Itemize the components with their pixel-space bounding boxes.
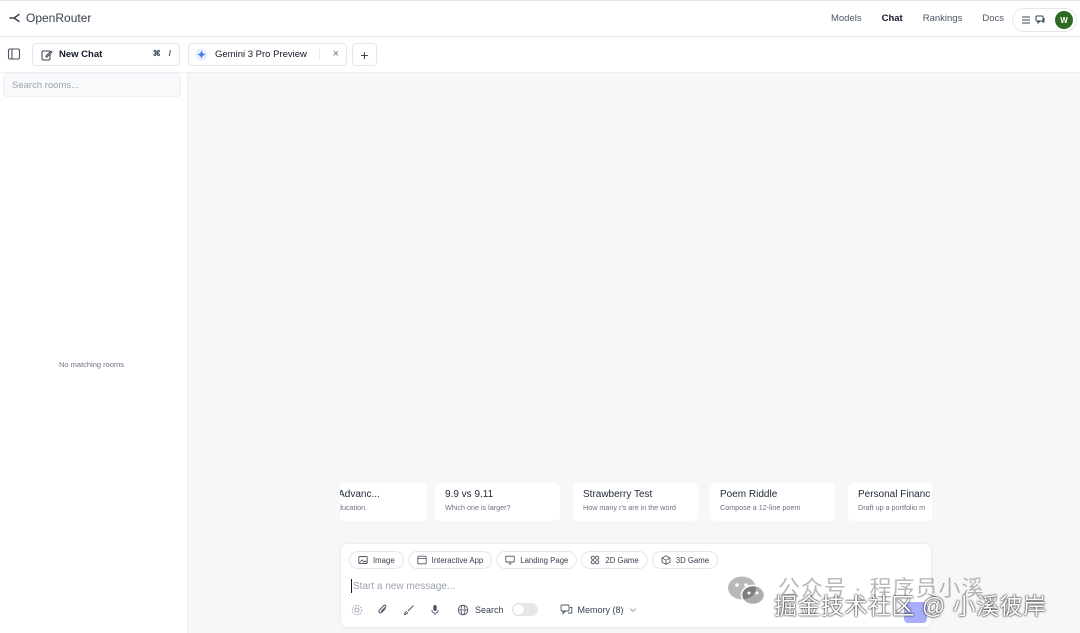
memory-label: Memory (8)	[577, 604, 624, 615]
chip-label: 3D Game	[675, 555, 710, 565]
model-tab[interactable]: Gemini 3 Pro Preview ×	[188, 43, 347, 66]
top-navbar: OpenRouter Models Chat Rankings Docs W	[0, 0, 1080, 37]
wechat-logo-icon	[728, 576, 766, 606]
watermark: 公众号 · 程序员小溪 掘金技术社区 @ 小溪彼岸	[724, 568, 1074, 628]
shortcut-hint: ⌘ /	[153, 49, 171, 58]
cube-icon	[661, 555, 671, 565]
grid-icon	[591, 555, 600, 565]
chip-interactive-app[interactable]: Interactive App	[407, 551, 493, 569]
suggestion-desc: Compose a 12-line poem	[720, 503, 801, 512]
tab-row: New Chat ⌘ / Gemini 3 Pro Preview × +	[0, 37, 1080, 73]
suggestion-carousel[interactable]: tional Advanc... higher education. 9.9 v…	[340, 483, 932, 523]
chat-bubble-icon[interactable]	[1035, 15, 1046, 25]
chevron-down-icon	[629, 607, 636, 612]
tab-divider	[319, 49, 320, 60]
microphone-icon[interactable]	[429, 604, 441, 616]
suggestion-desc: Draft up a portfolio m	[858, 503, 926, 512]
suggestion-desc: Which one is larger?	[445, 503, 511, 512]
edit-icon	[41, 49, 53, 60]
sidebar: No matching rooms	[0, 73, 187, 633]
suggestion-title: 9.9 vs 9.11	[445, 489, 494, 500]
shortcut-key-slash: /	[168, 49, 171, 58]
new-chat-button[interactable]: New Chat ⌘ /	[32, 43, 180, 66]
chip-landing-page[interactable]: Landing Page	[496, 551, 578, 569]
chip-label: Image	[373, 555, 395, 565]
monitor-icon	[505, 555, 515, 565]
chip-label: 2D Game	[605, 555, 639, 565]
close-tab-icon[interactable]: ×	[333, 48, 339, 60]
nav-docs[interactable]: Docs	[982, 13, 1004, 24]
suggestion-desc: higher education.	[340, 503, 368, 512]
chat-main: tional Advanc... higher education. 9.9 v…	[187, 73, 1080, 633]
chip-image[interactable]: Image	[349, 551, 404, 569]
memory-dropdown[interactable]: Memory (8)	[560, 604, 637, 615]
suggestion-card[interactable]: 9.9 vs 9.11 Which one is larger?	[435, 483, 560, 521]
search-toggle[interactable]	[511, 603, 538, 616]
new-chat-label: New Chat	[59, 49, 103, 60]
chat-history-icon	[560, 604, 572, 615]
suggestion-title: Strawberry Test	[583, 489, 653, 500]
main-nav: Models Chat Rankings Docs	[831, 13, 1004, 24]
suggestion-title: tional Advanc...	[340, 489, 380, 500]
suggestion-title: Poem Riddle	[720, 489, 778, 500]
account-controls: W	[1012, 8, 1077, 32]
avatar[interactable]: W	[1055, 11, 1073, 29]
model-tab-label: Gemini 3 Pro Preview	[215, 49, 307, 60]
brand-name: OpenRouter	[26, 11, 92, 25]
empty-rooms-message: No matching rooms	[58, 360, 125, 369]
watermark-line2: 掘金技术社区 @ 小溪彼岸	[774, 593, 1047, 619]
suggestion-card[interactable]: Strawberry Test How many r's are in the …	[573, 483, 698, 521]
template-chips: Image Interactive App Landing Page 2D Ga…	[349, 551, 719, 569]
openrouter-logo-icon	[9, 13, 20, 23]
suggestion-card[interactable]: Poem Riddle Compose a 12-line poem	[710, 483, 835, 521]
brush-icon[interactable]	[403, 604, 415, 616]
chip-2d-game[interactable]: 2D Game	[581, 551, 648, 569]
nav-chat[interactable]: Chat	[882, 13, 903, 24]
globe-icon	[457, 604, 469, 615]
suggestion-card[interactable]: tional Advanc... higher education.	[340, 483, 427, 521]
chip-3d-game[interactable]: 3D Game	[651, 551, 719, 569]
web-search-control[interactable]: Search	[457, 603, 538, 616]
chip-label: Landing Page	[520, 555, 569, 565]
paperclip-icon[interactable]	[377, 604, 389, 616]
chip-label: Interactive App	[431, 555, 484, 565]
image-icon	[358, 556, 368, 564]
suggestion-card[interactable]: Personal Financ Draft up a portfolio m	[848, 483, 932, 521]
add-model-button[interactable]: +	[352, 43, 377, 66]
settings-icon[interactable]	[351, 604, 363, 616]
search-rooms-input[interactable]	[3, 73, 181, 97]
gemini-sparkle-icon	[195, 48, 208, 61]
nav-models[interactable]: Models	[831, 13, 862, 24]
suggestion-title: Personal Financ	[858, 489, 931, 500]
composer-toolbar: Search Memory (8)	[351, 603, 637, 616]
app-icon	[417, 555, 427, 565]
shortcut-key-cmd: ⌘	[152, 49, 161, 58]
search-label: Search	[475, 604, 504, 615]
brand-link[interactable]: OpenRouter	[9, 11, 91, 25]
sidebar-toggle-icon[interactable]	[7, 47, 21, 61]
nav-rankings[interactable]: Rankings	[923, 13, 963, 24]
menu-icon[interactable]	[1021, 15, 1031, 25]
suggestion-desc: How many r's are in the word	[583, 503, 676, 512]
